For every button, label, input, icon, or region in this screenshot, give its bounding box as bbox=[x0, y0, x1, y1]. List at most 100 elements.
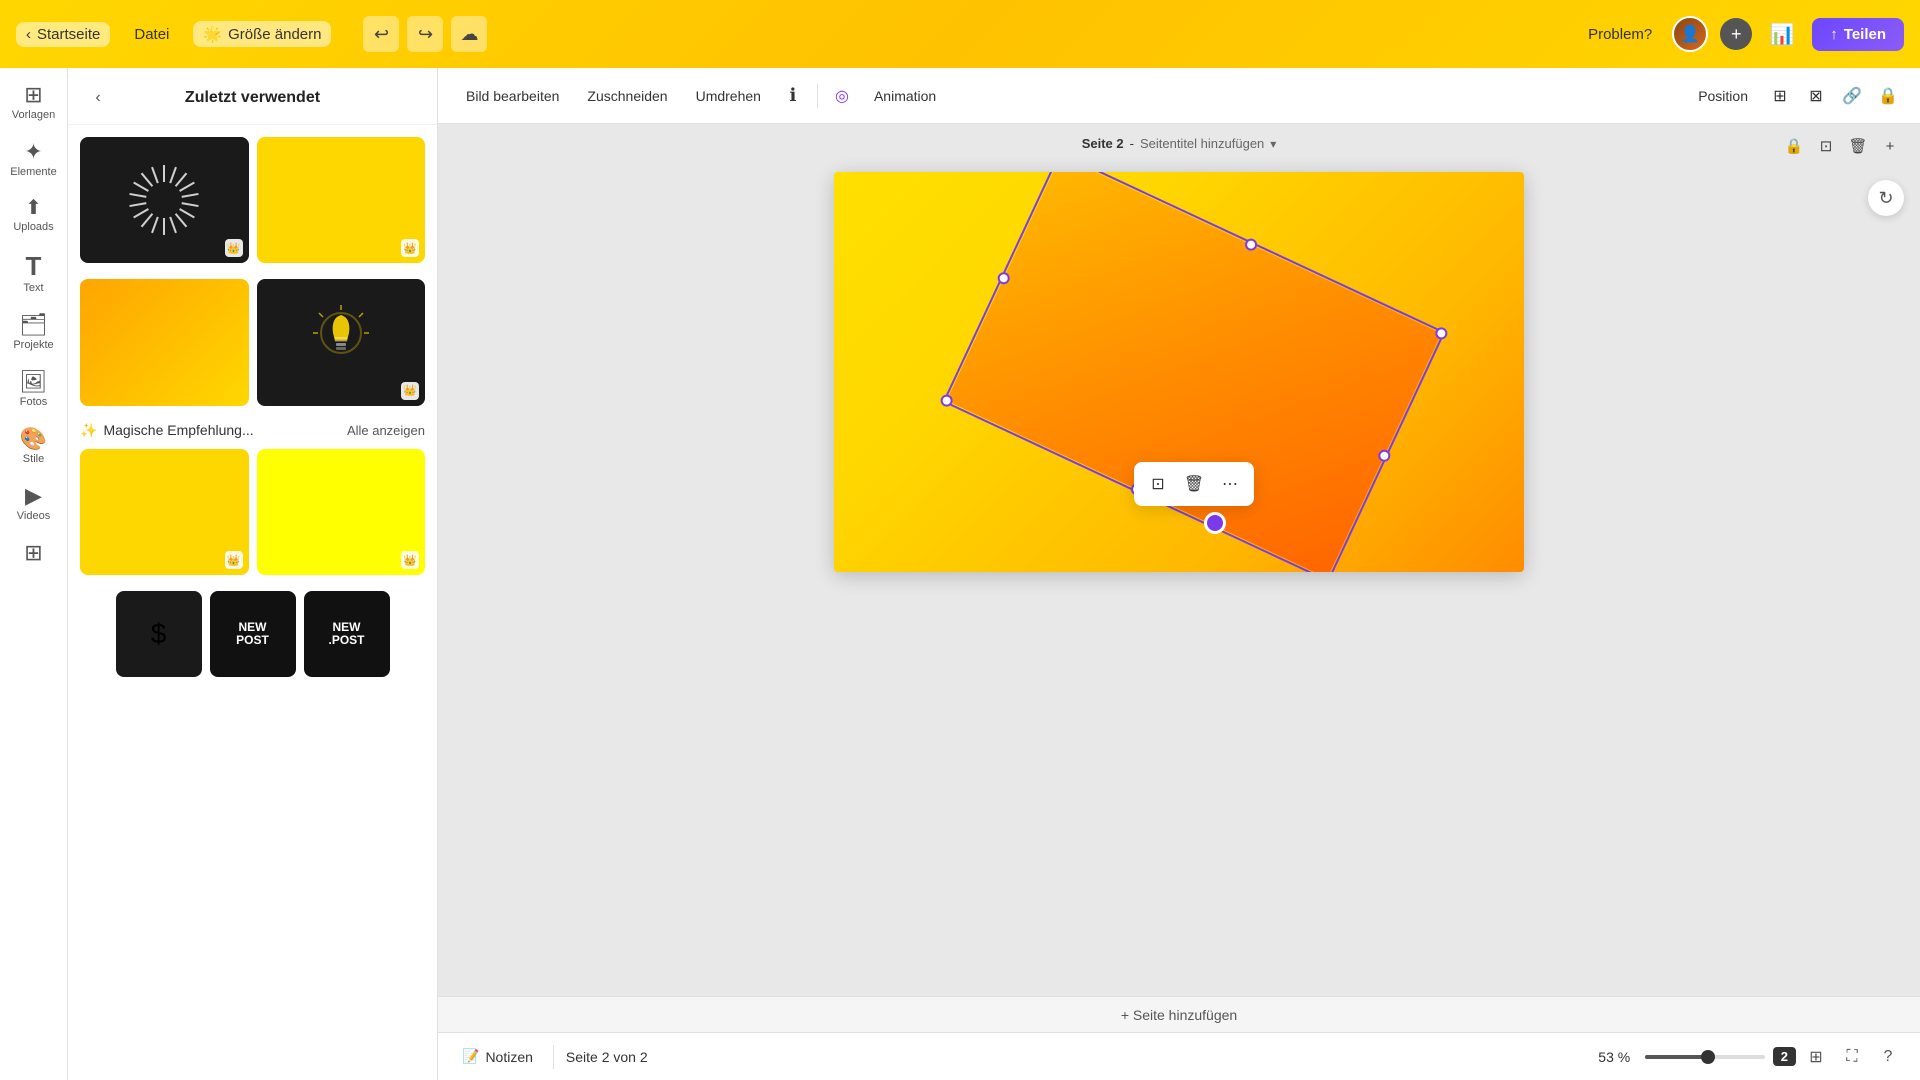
videos-label: Videos bbox=[17, 510, 50, 522]
undo-button[interactable]: ↩ bbox=[363, 16, 399, 52]
magic-title: ✨ Magische Empfehlung... bbox=[80, 422, 254, 439]
notes-button[interactable]: 📝 Notizen bbox=[454, 1044, 541, 1069]
notes-label: Notizen bbox=[485, 1049, 532, 1065]
home-button[interactable]: ‹ Startseite bbox=[16, 22, 110, 47]
panel-content: 👑 👑 bbox=[68, 125, 437, 689]
position-button[interactable]: Position bbox=[1686, 82, 1760, 110]
bild-bearbeiten-button[interactable]: Bild bearbeiten bbox=[454, 82, 571, 110]
zoom-slider[interactable] bbox=[1645, 1055, 1765, 1059]
share-icon: ↑ bbox=[1830, 26, 1838, 43]
recent-items-grid-2: 👑 bbox=[80, 279, 425, 405]
left-panel-header: ‹ Zuletzt verwendet bbox=[68, 68, 437, 125]
link-icon[interactable]: 🔗 bbox=[1836, 80, 1868, 112]
uploads-label: Uploads bbox=[13, 221, 53, 233]
animation-button[interactable]: Animation bbox=[862, 82, 948, 110]
datei-label: Datei bbox=[134, 26, 169, 43]
new-post-text-thumb-1[interactable]: NEWPOST bbox=[210, 591, 296, 677]
datei-button[interactable]: Datei bbox=[126, 22, 177, 47]
problem-button[interactable]: Problem? bbox=[1580, 22, 1660, 47]
header-actions: ↩ ↪ ☁ bbox=[363, 16, 487, 52]
redo-button[interactable]: ↪ bbox=[407, 16, 443, 52]
zoom-label: 53 % bbox=[1592, 1049, 1637, 1065]
left-panel: ‹ Zuletzt verwendet bbox=[68, 68, 438, 1080]
page-separator: - bbox=[1130, 136, 1134, 151]
header: ‹ Startseite Datei 🌟 Größe ändern ↩ ↪ ☁ … bbox=[0, 0, 1920, 68]
header-right: Problem? 👤 + 📊 ↑ Teilen bbox=[1580, 16, 1904, 52]
grid-icon[interactable]: ⊠ bbox=[1800, 80, 1832, 112]
sidebar: ⊞ Vorlagen ✦ Elemente ⬆ Uploads T Text 🗂… bbox=[0, 68, 68, 1080]
stile-icon: 🎨 bbox=[20, 428, 47, 450]
avatar[interactable]: 👤 bbox=[1672, 16, 1708, 52]
toolbar-separator bbox=[817, 84, 818, 108]
magic-thumb-2[interactable]: 👑 bbox=[257, 449, 426, 575]
magic-items-grid: 👑 👑 bbox=[80, 449, 425, 575]
slide-element[interactable] bbox=[947, 172, 1442, 572]
panel-title: Zuletzt verwendet bbox=[185, 89, 320, 107]
new-post-label-1: NEWPOST bbox=[236, 621, 269, 647]
lightbulb-svg bbox=[311, 303, 371, 383]
cloud-save-button[interactable]: ☁ bbox=[451, 16, 487, 52]
new-post-text-thumb-2[interactable]: NEW.POST bbox=[304, 591, 390, 677]
text-icon: T bbox=[26, 253, 42, 279]
sidebar-item-uploads[interactable]: ⬆ Uploads bbox=[4, 190, 64, 241]
sidebar-item-projekte[interactable]: 🗂 Projekte bbox=[4, 306, 64, 359]
help-button[interactable]: ? bbox=[1872, 1041, 1904, 1073]
panel-back-button[interactable]: ‹ bbox=[84, 84, 112, 112]
info-button[interactable]: ℹ bbox=[777, 80, 809, 112]
groesse-button[interactable]: 🌟 Größe ändern bbox=[193, 21, 331, 47]
recent-items-grid: 👑 👑 bbox=[80, 137, 425, 263]
vorlagen-icon: ⊞ bbox=[24, 84, 42, 106]
rotation-handle[interactable] bbox=[1204, 512, 1226, 534]
toolbar: Bild bearbeiten Zuschneiden Umdrehen ℹ ◎… bbox=[438, 68, 1920, 124]
refresh-button[interactable]: ↻ bbox=[1868, 180, 1904, 216]
sidebar-item-fotos[interactable]: 🖼 Fotos bbox=[4, 363, 64, 416]
element-fill bbox=[947, 172, 1442, 572]
yellow-solid-thumbnail bbox=[257, 137, 426, 263]
recent-thumb-3[interactable] bbox=[80, 279, 249, 405]
magic-thumbnail-2 bbox=[257, 449, 426, 575]
show-all-link[interactable]: Alle anzeigen bbox=[347, 423, 425, 438]
sidebar-item-elemente[interactable]: ✦ Elemente bbox=[4, 133, 64, 186]
page-action-icons: 🔒 ⊡ 🗑 + bbox=[1780, 132, 1904, 160]
add-page-bar[interactable]: + Seite hinzufügen bbox=[438, 996, 1920, 1032]
zuschneiden-button[interactable]: Zuschneiden bbox=[575, 82, 679, 110]
context-menu: ⊡ 🗑 ⋯ bbox=[1134, 462, 1254, 506]
fullscreen-button[interactable]: ⛶ bbox=[1836, 1041, 1868, 1073]
filter-icon[interactable]: ⊞ bbox=[1764, 80, 1796, 112]
dollar-icon: $ bbox=[151, 618, 167, 650]
sidebar-item-stile[interactable]: 🎨 Stile bbox=[4, 420, 64, 473]
recent-thumb-4[interactable]: 👑 bbox=[257, 279, 426, 405]
analytics-button[interactable]: 📊 bbox=[1764, 16, 1800, 52]
page-number: Seite 2 bbox=[1082, 136, 1124, 151]
lightbulb-thumbnail bbox=[257, 279, 426, 405]
page-dropdown-button[interactable]: ▾ bbox=[1270, 137, 1276, 151]
vorlagen-label: Vorlagen bbox=[12, 109, 55, 121]
groesse-emoji: 🌟 bbox=[203, 25, 222, 43]
copy-page-icon[interactable]: ⊡ bbox=[1812, 132, 1840, 160]
delete-page-icon[interactable]: 🗑 bbox=[1844, 132, 1872, 160]
context-delete-button[interactable]: 🗑 bbox=[1178, 468, 1210, 500]
add-user-button[interactable]: + bbox=[1720, 18, 1752, 50]
page-info: Seite 2 von 2 bbox=[566, 1049, 648, 1065]
sidebar-item-vorlagen[interactable]: ⊞ Vorlagen bbox=[4, 76, 64, 129]
umdrehen-button[interactable]: Umdrehen bbox=[684, 82, 773, 110]
grid-view-button[interactable]: ⊞ bbox=[1800, 1041, 1832, 1073]
sidebar-item-videos[interactable]: ▶ Videos bbox=[4, 477, 64, 530]
recent-thumb-1[interactable]: 👑 bbox=[80, 137, 249, 263]
lock-page-icon[interactable]: 🔒 bbox=[1780, 132, 1808, 160]
magic-thumb-1[interactable]: 👑 bbox=[80, 449, 249, 575]
recent-thumb-2[interactable]: 👑 bbox=[257, 137, 426, 263]
dollar-text-thumb[interactable]: $ bbox=[116, 591, 202, 677]
context-copy-button[interactable]: ⊡ bbox=[1142, 468, 1174, 500]
page-title[interactable]: Seitentitel hinzufügen bbox=[1140, 136, 1264, 151]
share-button[interactable]: ↑ Teilen bbox=[1812, 18, 1904, 51]
page-label: Seite 2 - Seitentitel hinzufügen ▾ bbox=[1082, 136, 1277, 151]
sidebar-item-more[interactable]: ⊞ bbox=[4, 534, 64, 572]
add-page-icon[interactable]: + bbox=[1876, 132, 1904, 160]
sidebar-item-text[interactable]: T Text bbox=[4, 245, 64, 302]
lock-icon[interactable]: 🔒 bbox=[1872, 80, 1904, 112]
context-more-button[interactable]: ⋯ bbox=[1214, 468, 1246, 500]
slide-canvas[interactable]: ⊡ 🗑 ⋯ bbox=[834, 172, 1524, 572]
magic-thumbnail-1 bbox=[80, 449, 249, 575]
crown-badge-6: 👑 bbox=[401, 551, 419, 569]
